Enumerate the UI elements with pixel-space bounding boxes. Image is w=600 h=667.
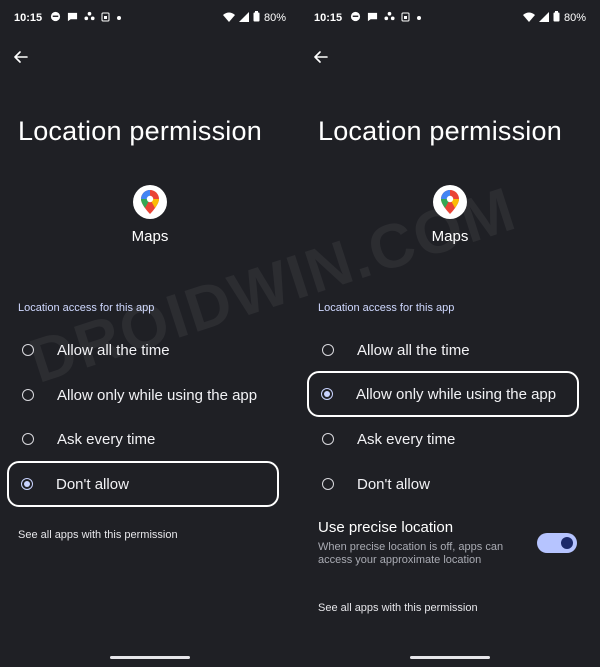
- section-label: Location access for this app: [318, 302, 455, 314]
- precise-location-title: Use precise location: [318, 519, 454, 536]
- radio-button-selected[interactable]: [321, 388, 333, 400]
- option-label: Don't allow: [357, 475, 430, 493]
- option-ask-every-time[interactable]: Ask every time: [10, 419, 276, 459]
- back-button[interactable]: [312, 48, 330, 66]
- right-screen: 10:15 80% Location permission Maps Locat…: [300, 0, 600, 667]
- precise-location-description: When precise location is off, apps can a…: [318, 541, 504, 566]
- battery-icon: [253, 11, 260, 25]
- radio-button[interactable]: [322, 433, 334, 445]
- gesture-nav-bar[interactable]: [410, 656, 490, 659]
- back-arrow-icon: [314, 51, 328, 63]
- option-label: Allow only while using the app: [57, 386, 258, 404]
- radio-button[interactable]: [22, 433, 34, 445]
- chat-icon: [67, 11, 78, 25]
- page-title: Location permission: [318, 116, 562, 146]
- app-name: Maps: [131, 228, 169, 245]
- status-bar: 10:15 80%: [314, 9, 586, 27]
- option-label: Allow all the time: [357, 341, 470, 359]
- maps-icon: [433, 185, 467, 219]
- option-label: Ask every time: [357, 430, 456, 448]
- status-time: 10:15: [14, 12, 43, 24]
- maps-icon: [133, 185, 167, 219]
- option-allow-while-using[interactable]: Allow only while using the app: [10, 375, 276, 415]
- section-label: Location access for this app: [18, 302, 155, 314]
- battery-percent: 80%: [263, 12, 286, 24]
- signal-icon: [238, 11, 249, 25]
- radio-button[interactable]: [22, 389, 34, 401]
- share-icon: [84, 11, 95, 25]
- radio-button[interactable]: [322, 478, 334, 490]
- dot-icon: [116, 12, 122, 24]
- option-label: Allow all the time: [57, 341, 170, 359]
- back-arrow-icon: [14, 51, 28, 63]
- radio-button[interactable]: [322, 344, 334, 356]
- option-label: Ask every time: [57, 430, 156, 448]
- messages-icon: [350, 11, 361, 25]
- precise-location-toggle[interactable]: [537, 533, 577, 553]
- option-dont-allow[interactable]: Don't allow: [7, 461, 279, 507]
- signal-icon: [538, 11, 549, 25]
- status-bar: 10:15 80%: [14, 9, 286, 27]
- option-dont-allow[interactable]: Don't allow: [310, 464, 576, 504]
- see-all-apps-link[interactable]: See all apps with this permission: [18, 529, 178, 541]
- radio-button[interactable]: [22, 344, 34, 356]
- share-icon: [384, 11, 395, 25]
- sim-icon: [101, 12, 110, 25]
- option-allow-while-using[interactable]: Allow only while using the app: [307, 371, 579, 417]
- option-allow-all-the-time[interactable]: Allow all the time: [10, 330, 276, 370]
- toggle-knob: [561, 537, 573, 549]
- radio-button-selected[interactable]: [21, 478, 33, 490]
- back-button[interactable]: [12, 48, 30, 66]
- sim-icon: [401, 12, 410, 25]
- option-allow-all-the-time[interactable]: Allow all the time: [310, 330, 576, 370]
- dot-icon: [416, 12, 422, 24]
- app-name: Maps: [431, 228, 469, 245]
- battery-percent: 80%: [563, 12, 586, 24]
- gesture-nav-bar[interactable]: [110, 656, 190, 659]
- option-ask-every-time[interactable]: Ask every time: [310, 419, 576, 459]
- messages-icon: [50, 11, 61, 25]
- option-label: Allow only while using the app: [356, 385, 557, 403]
- left-screen: 10:15 80% Location permission Maps Locat…: [0, 0, 300, 667]
- battery-icon: [553, 11, 560, 25]
- page-title: Location permission: [18, 116, 262, 146]
- see-all-apps-link[interactable]: See all apps with this permission: [318, 602, 478, 614]
- status-time: 10:15: [314, 12, 343, 24]
- option-label: Don't allow: [56, 475, 129, 493]
- wifi-icon: [222, 12, 235, 25]
- chat-icon: [367, 11, 378, 25]
- wifi-icon: [522, 12, 535, 25]
